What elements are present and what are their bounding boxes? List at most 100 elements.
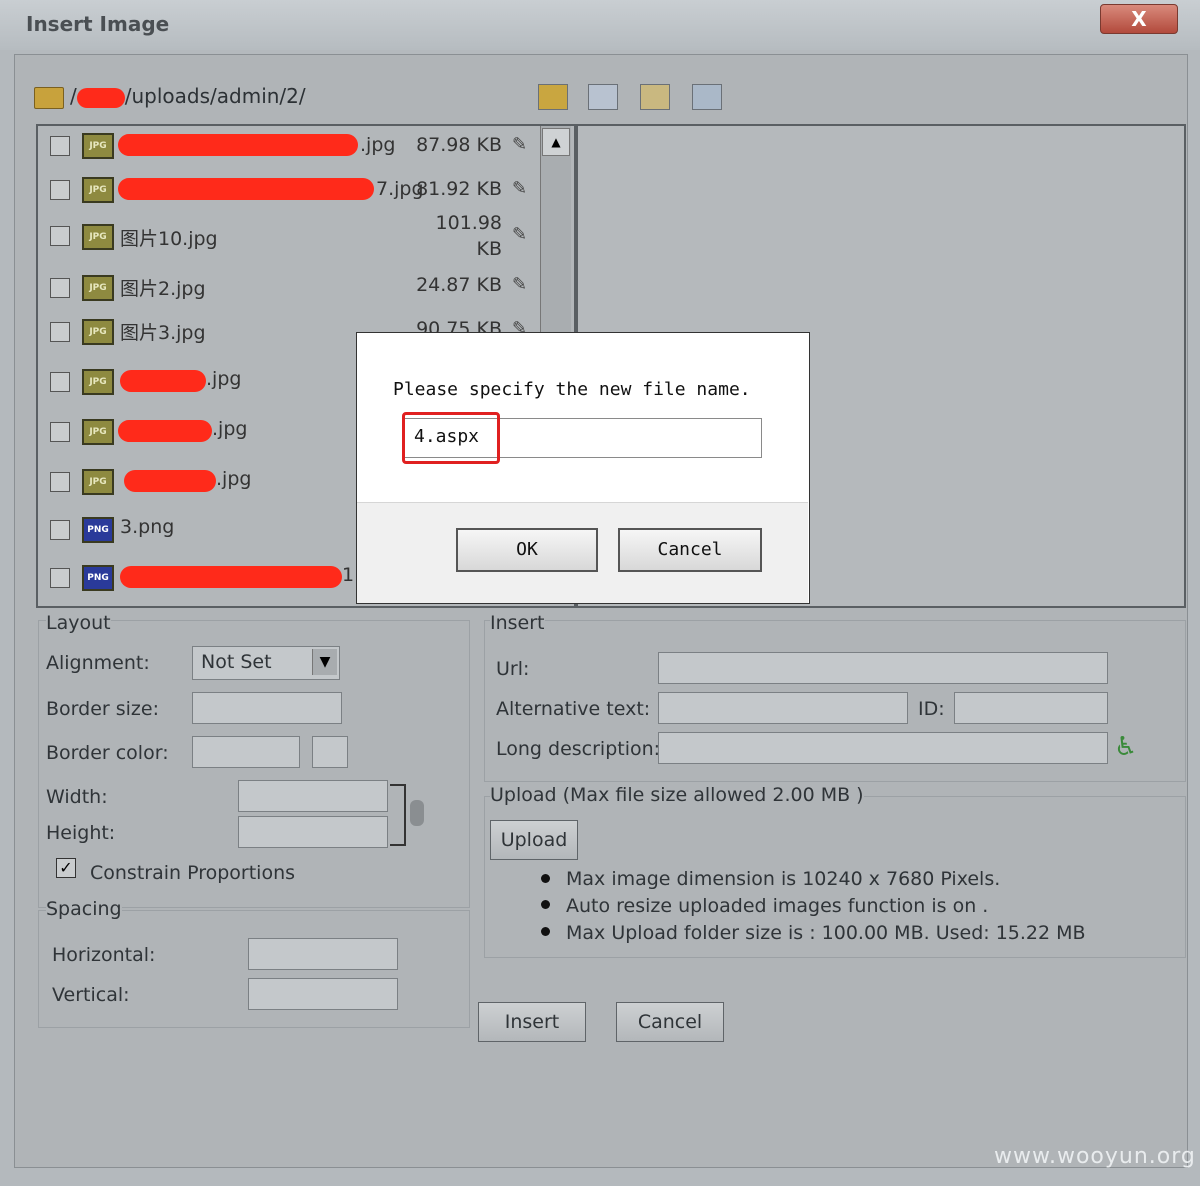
horizontal-spacing-input[interactable] xyxy=(248,938,398,970)
png-file-icon: PNG xyxy=(82,565,114,591)
path-prefix: / xyxy=(70,84,77,108)
file-checkbox[interactable] xyxy=(50,568,70,588)
chevron-down-icon[interactable]: ▼ xyxy=(312,649,337,675)
file-name[interactable]: 图片10.jpg xyxy=(120,224,218,251)
alt-text-input[interactable] xyxy=(658,692,908,724)
file-row[interactable]: JPG 图片10.jpg 101.98 KB ✎ xyxy=(38,212,538,262)
file-row[interactable]: JPG 图片2.jpg 24.87 KB ✎ xyxy=(38,272,538,312)
insert-heading: Insert xyxy=(490,612,545,634)
jpg-file-icon: JPG xyxy=(82,224,114,250)
border-size-label: Border size: xyxy=(46,698,159,720)
window-title: Insert Image xyxy=(26,12,170,36)
ok-button[interactable]: OK xyxy=(456,528,598,572)
modal-cancel-button[interactable]: Cancel xyxy=(618,528,762,572)
jpg-file-icon: JPG xyxy=(82,469,114,495)
constrain-label: Constrain Proportions xyxy=(90,862,296,884)
redaction-mark xyxy=(76,87,125,108)
rename-prompt: Please specify the new file name. xyxy=(393,379,751,400)
chain-link-icon[interactable] xyxy=(410,800,424,826)
highlight-box xyxy=(402,412,500,464)
url-input[interactable] xyxy=(658,652,1108,684)
upload-button[interactable]: Upload xyxy=(490,820,578,860)
layout-heading: Layout xyxy=(46,612,111,634)
color-picker-button[interactable] xyxy=(312,736,348,768)
file-size-line2: KB xyxy=(476,238,503,260)
file-checkbox[interactable] xyxy=(50,472,70,492)
upload-note: Auto resize uploaded images function is … xyxy=(566,895,989,917)
vertical-label: Vertical: xyxy=(52,984,130,1006)
border-size-input[interactable] xyxy=(192,692,342,724)
open-folder-icon[interactable] xyxy=(34,86,64,109)
file-row[interactable]: JPG 7.jpg 81.92 KB ✎ xyxy=(38,174,538,214)
rename-pencil-icon[interactable]: ✎ xyxy=(512,134,532,155)
jpg-file-icon: JPG xyxy=(82,369,114,395)
file-size: 87.98 KB xyxy=(416,134,502,156)
file-checkbox[interactable] xyxy=(50,136,70,156)
copy-icon[interactable] xyxy=(588,84,618,110)
insert-button[interactable]: Insert xyxy=(478,1002,586,1042)
new-folder-icon[interactable] xyxy=(538,84,568,110)
alignment-select[interactable]: Not Set ▼ xyxy=(192,646,340,680)
file-checkbox[interactable] xyxy=(50,422,70,442)
close-button[interactable]: X xyxy=(1100,4,1178,34)
long-description-input[interactable] xyxy=(658,732,1108,764)
file-name[interactable]: .jpg xyxy=(212,418,247,440)
file-name[interactable]: .jpg xyxy=(360,134,395,156)
jpg-file-icon: JPG xyxy=(82,319,114,345)
alt-text-label: Alternative text: xyxy=(496,698,651,720)
file-name[interactable]: .jpg xyxy=(216,468,251,490)
file-checkbox[interactable] xyxy=(50,372,70,392)
paste-icon[interactable] xyxy=(640,84,670,110)
redaction-mark xyxy=(118,178,374,200)
border-color-label: Border color: xyxy=(46,742,169,764)
file-checkbox[interactable] xyxy=(50,278,70,298)
file-row[interactable]: JPG .jpg 87.98 KB ✎ xyxy=(38,130,538,170)
thumbnail-view-icon[interactable] xyxy=(692,84,722,110)
file-name[interactable]: 图片2.jpg xyxy=(120,274,206,301)
spacing-heading: Spacing xyxy=(46,898,122,920)
bullet-icon xyxy=(541,900,550,909)
file-name[interactable]: 1 xyxy=(342,564,354,586)
jpg-file-icon: JPG xyxy=(82,275,114,301)
accessibility-check-icon[interactable]: ♿ xyxy=(1114,732,1137,762)
jpg-file-icon: JPG xyxy=(82,177,114,203)
upload-note: Max image dimension is 10240 x 7680 Pixe… xyxy=(566,868,1001,890)
redaction-mark xyxy=(124,470,216,492)
png-file-icon: PNG xyxy=(82,517,114,543)
alignment-value: Not Set xyxy=(201,651,272,673)
insert-image-window: Insert Image X / /uploads/admin/2/ JPG .j… xyxy=(0,0,1200,1186)
rename-pencil-icon[interactable]: ✎ xyxy=(512,224,532,245)
file-checkbox[interactable] xyxy=(50,180,70,200)
bullet-icon xyxy=(541,927,550,936)
url-label: Url: xyxy=(496,658,530,680)
path-bar: / /uploads/admin/2/ xyxy=(34,84,306,112)
width-input[interactable] xyxy=(238,780,388,812)
rename-pencil-icon[interactable]: ✎ xyxy=(512,178,532,199)
height-input[interactable] xyxy=(238,816,388,848)
bullet-icon xyxy=(541,874,550,883)
redaction-mark xyxy=(118,134,358,156)
scroll-up-arrow-icon[interactable]: ▲ xyxy=(542,128,570,156)
watermark: www.wooyun.org xyxy=(994,1144,1196,1169)
file-name[interactable]: .jpg xyxy=(206,368,241,390)
horizontal-label: Horizontal: xyxy=(52,944,156,966)
border-color-input[interactable] xyxy=(192,736,300,768)
file-size: 24.87 KB xyxy=(416,274,502,296)
cancel-button[interactable]: Cancel xyxy=(616,1002,724,1042)
file-checkbox[interactable] xyxy=(50,322,70,342)
file-name[interactable]: 3.png xyxy=(120,516,174,538)
constrain-bracket xyxy=(390,784,406,846)
vertical-spacing-input[interactable] xyxy=(248,978,398,1010)
rename-pencil-icon[interactable]: ✎ xyxy=(512,274,532,295)
redaction-mark xyxy=(120,370,206,392)
id-input[interactable] xyxy=(954,692,1108,724)
jpg-file-icon: JPG xyxy=(82,133,114,159)
height-label: Height: xyxy=(46,822,116,844)
file-size-line1: 101.98 xyxy=(435,212,502,234)
file-checkbox[interactable] xyxy=(50,520,70,540)
file-name[interactable]: 图片3.jpg xyxy=(120,318,206,345)
upload-heading: Upload (Max file size allowed 2.00 MB ) xyxy=(490,784,864,806)
id-label: ID: xyxy=(918,698,945,720)
file-checkbox[interactable] xyxy=(50,226,70,246)
constrain-checkbox[interactable]: ✓ xyxy=(56,858,76,878)
